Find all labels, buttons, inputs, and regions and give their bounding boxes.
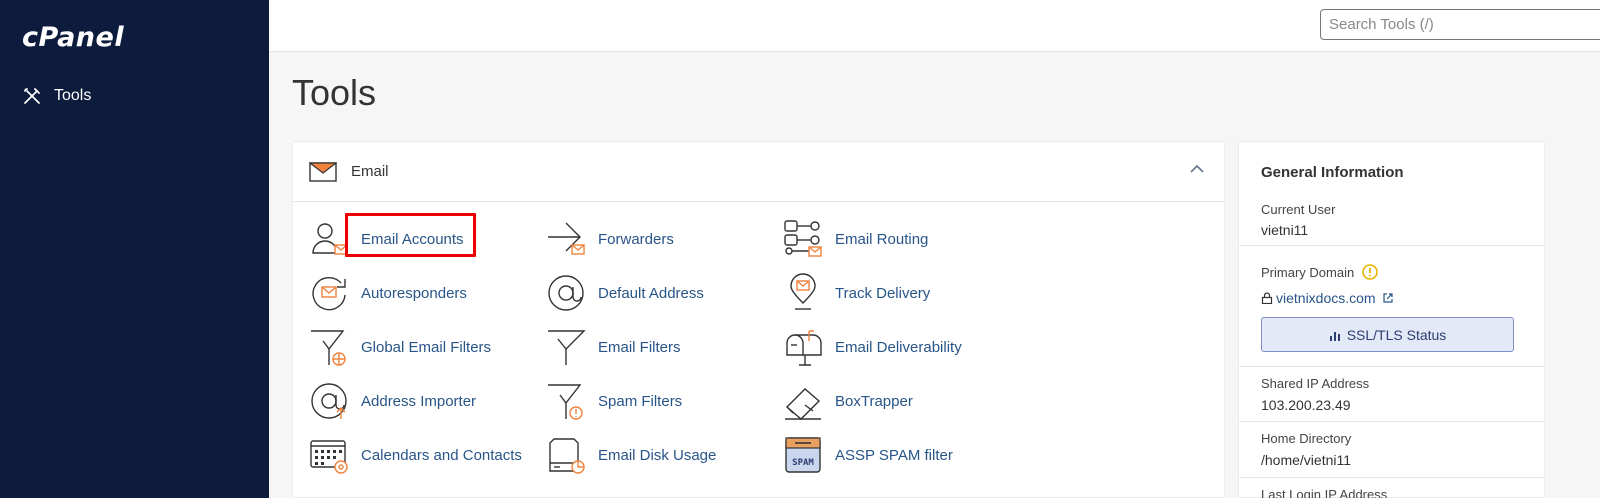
tool-spam-filters[interactable]: Spam Filters [544, 379, 682, 423]
current-user-row: Current User vietni11 [1239, 142, 1544, 246]
current-user-value: vietni11 [1261, 222, 1309, 238]
tool-label: Email Routing [835, 230, 929, 248]
home-directory-row: Home Directory /home/vietni11 [1239, 422, 1544, 478]
tool-boxtrapper[interactable]: BoxTrapper [781, 379, 913, 423]
tool-track-delivery[interactable]: Track Delivery [781, 271, 930, 315]
calendars-contacts-icon [307, 433, 351, 477]
cpanel-logo[interactable]: cPanel [22, 22, 124, 53]
lock-icon [1261, 292, 1273, 305]
tool-email-disk-usage[interactable]: Email Disk Usage [544, 433, 716, 477]
tool-global-email-filters[interactable]: Global Email Filters [307, 325, 491, 369]
assp-spam-filter-icon: SPAM [781, 433, 825, 477]
tool-autoresponders[interactable]: Autoresponders [307, 271, 467, 315]
shared-ip-row: Shared IP Address 103.200.23.49 [1239, 367, 1544, 422]
tool-address-importer[interactable]: Address Importer [307, 379, 476, 423]
warning-icon[interactable] [1362, 264, 1378, 280]
address-importer-icon [307, 379, 351, 423]
tool-label: Default Address [598, 284, 704, 302]
boxtrapper-icon [781, 379, 825, 423]
tool-forwarders[interactable]: Forwarders [544, 217, 674, 261]
bar-chart-icon [1329, 331, 1340, 341]
shared-ip-label: Shared IP Address [1261, 376, 1370, 391]
default-address-icon [544, 271, 588, 315]
home-directory-label: Home Directory [1261, 431, 1352, 446]
tool-label: Address Importer [361, 392, 477, 410]
tool-assp-spam-filter[interactable]: SPAM ASSP SPAM filter [781, 433, 953, 477]
envelope-icon [309, 161, 337, 182]
tool-default-address[interactable]: Default Address [544, 271, 704, 315]
page-title: Tools [292, 72, 377, 113]
current-user-label: Current User [1261, 202, 1336, 217]
primary-domain-label-text: Primary Domain [1261, 265, 1355, 280]
track-delivery-icon [781, 271, 825, 315]
tool-label: BoxTrapper [835, 392, 913, 410]
ssl-tls-status-label: SSL/TLS Status [1346, 326, 1447, 343]
spam-filters-icon [544, 379, 588, 423]
svg-text:SPAM: SPAM [792, 458, 814, 468]
tool-email-filters[interactable]: Email Filters [544, 325, 681, 369]
primary-domain-label: Primary Domain [1261, 264, 1378, 280]
forwarders-icon [544, 217, 588, 261]
email-section-title: Email [351, 163, 389, 180]
tool-label: Email Filters [598, 338, 681, 356]
external-link-icon[interactable] [1382, 292, 1394, 304]
email-routing-icon [781, 217, 825, 261]
email-disk-usage-icon [544, 433, 588, 477]
search-input[interactable] [1320, 9, 1600, 40]
home-directory-value: /home/vietni11 [1261, 452, 1352, 468]
selection-highlight [345, 213, 476, 257]
tool-email-deliverability[interactable]: Email Deliverability [781, 325, 962, 369]
tool-label: ASSP SPAM filter [835, 446, 953, 464]
last-login-ip-label: Last Login IP Address [1261, 487, 1388, 498]
global-email-filters-icon [307, 325, 351, 369]
tool-label: Autoresponders [361, 284, 467, 302]
tool-email-routing[interactable]: Email Routing [781, 217, 928, 261]
tool-label: Spam Filters [598, 392, 683, 410]
tool-label: Calendars and Contacts [361, 446, 522, 464]
email-filters-icon [544, 325, 588, 369]
sidebar: cPanel Tools [0, 0, 269, 498]
email-panel-header[interactable]: Email [293, 142, 1224, 202]
shared-ip-value: 103.200.23.49 [1261, 397, 1351, 413]
tools-icon [24, 88, 40, 104]
primary-domain-value: vietnixdocs.com [1261, 290, 1394, 306]
tool-label: Global Email Filters [361, 338, 492, 356]
tool-label: Email Deliverability [835, 338, 962, 356]
email-deliverability-icon [781, 325, 825, 369]
sidebar-item-tools[interactable]: Tools [22, 86, 91, 106]
tool-calendars-contacts[interactable]: Calendars and Contacts [307, 433, 522, 477]
autoresponders-icon [307, 271, 351, 315]
chevron-up-icon[interactable] [1190, 164, 1204, 174]
ssl-tls-status-button[interactable]: SSL/TLS Status [1261, 317, 1514, 352]
primary-domain-link[interactable]: vietnixdocs.com [1276, 290, 1376, 306]
tool-label: Forwarders [598, 230, 674, 248]
tool-label: Track Delivery [835, 284, 931, 302]
tool-label: Email Disk Usage [598, 446, 717, 464]
sidebar-item-label: Tools [54, 87, 92, 104]
